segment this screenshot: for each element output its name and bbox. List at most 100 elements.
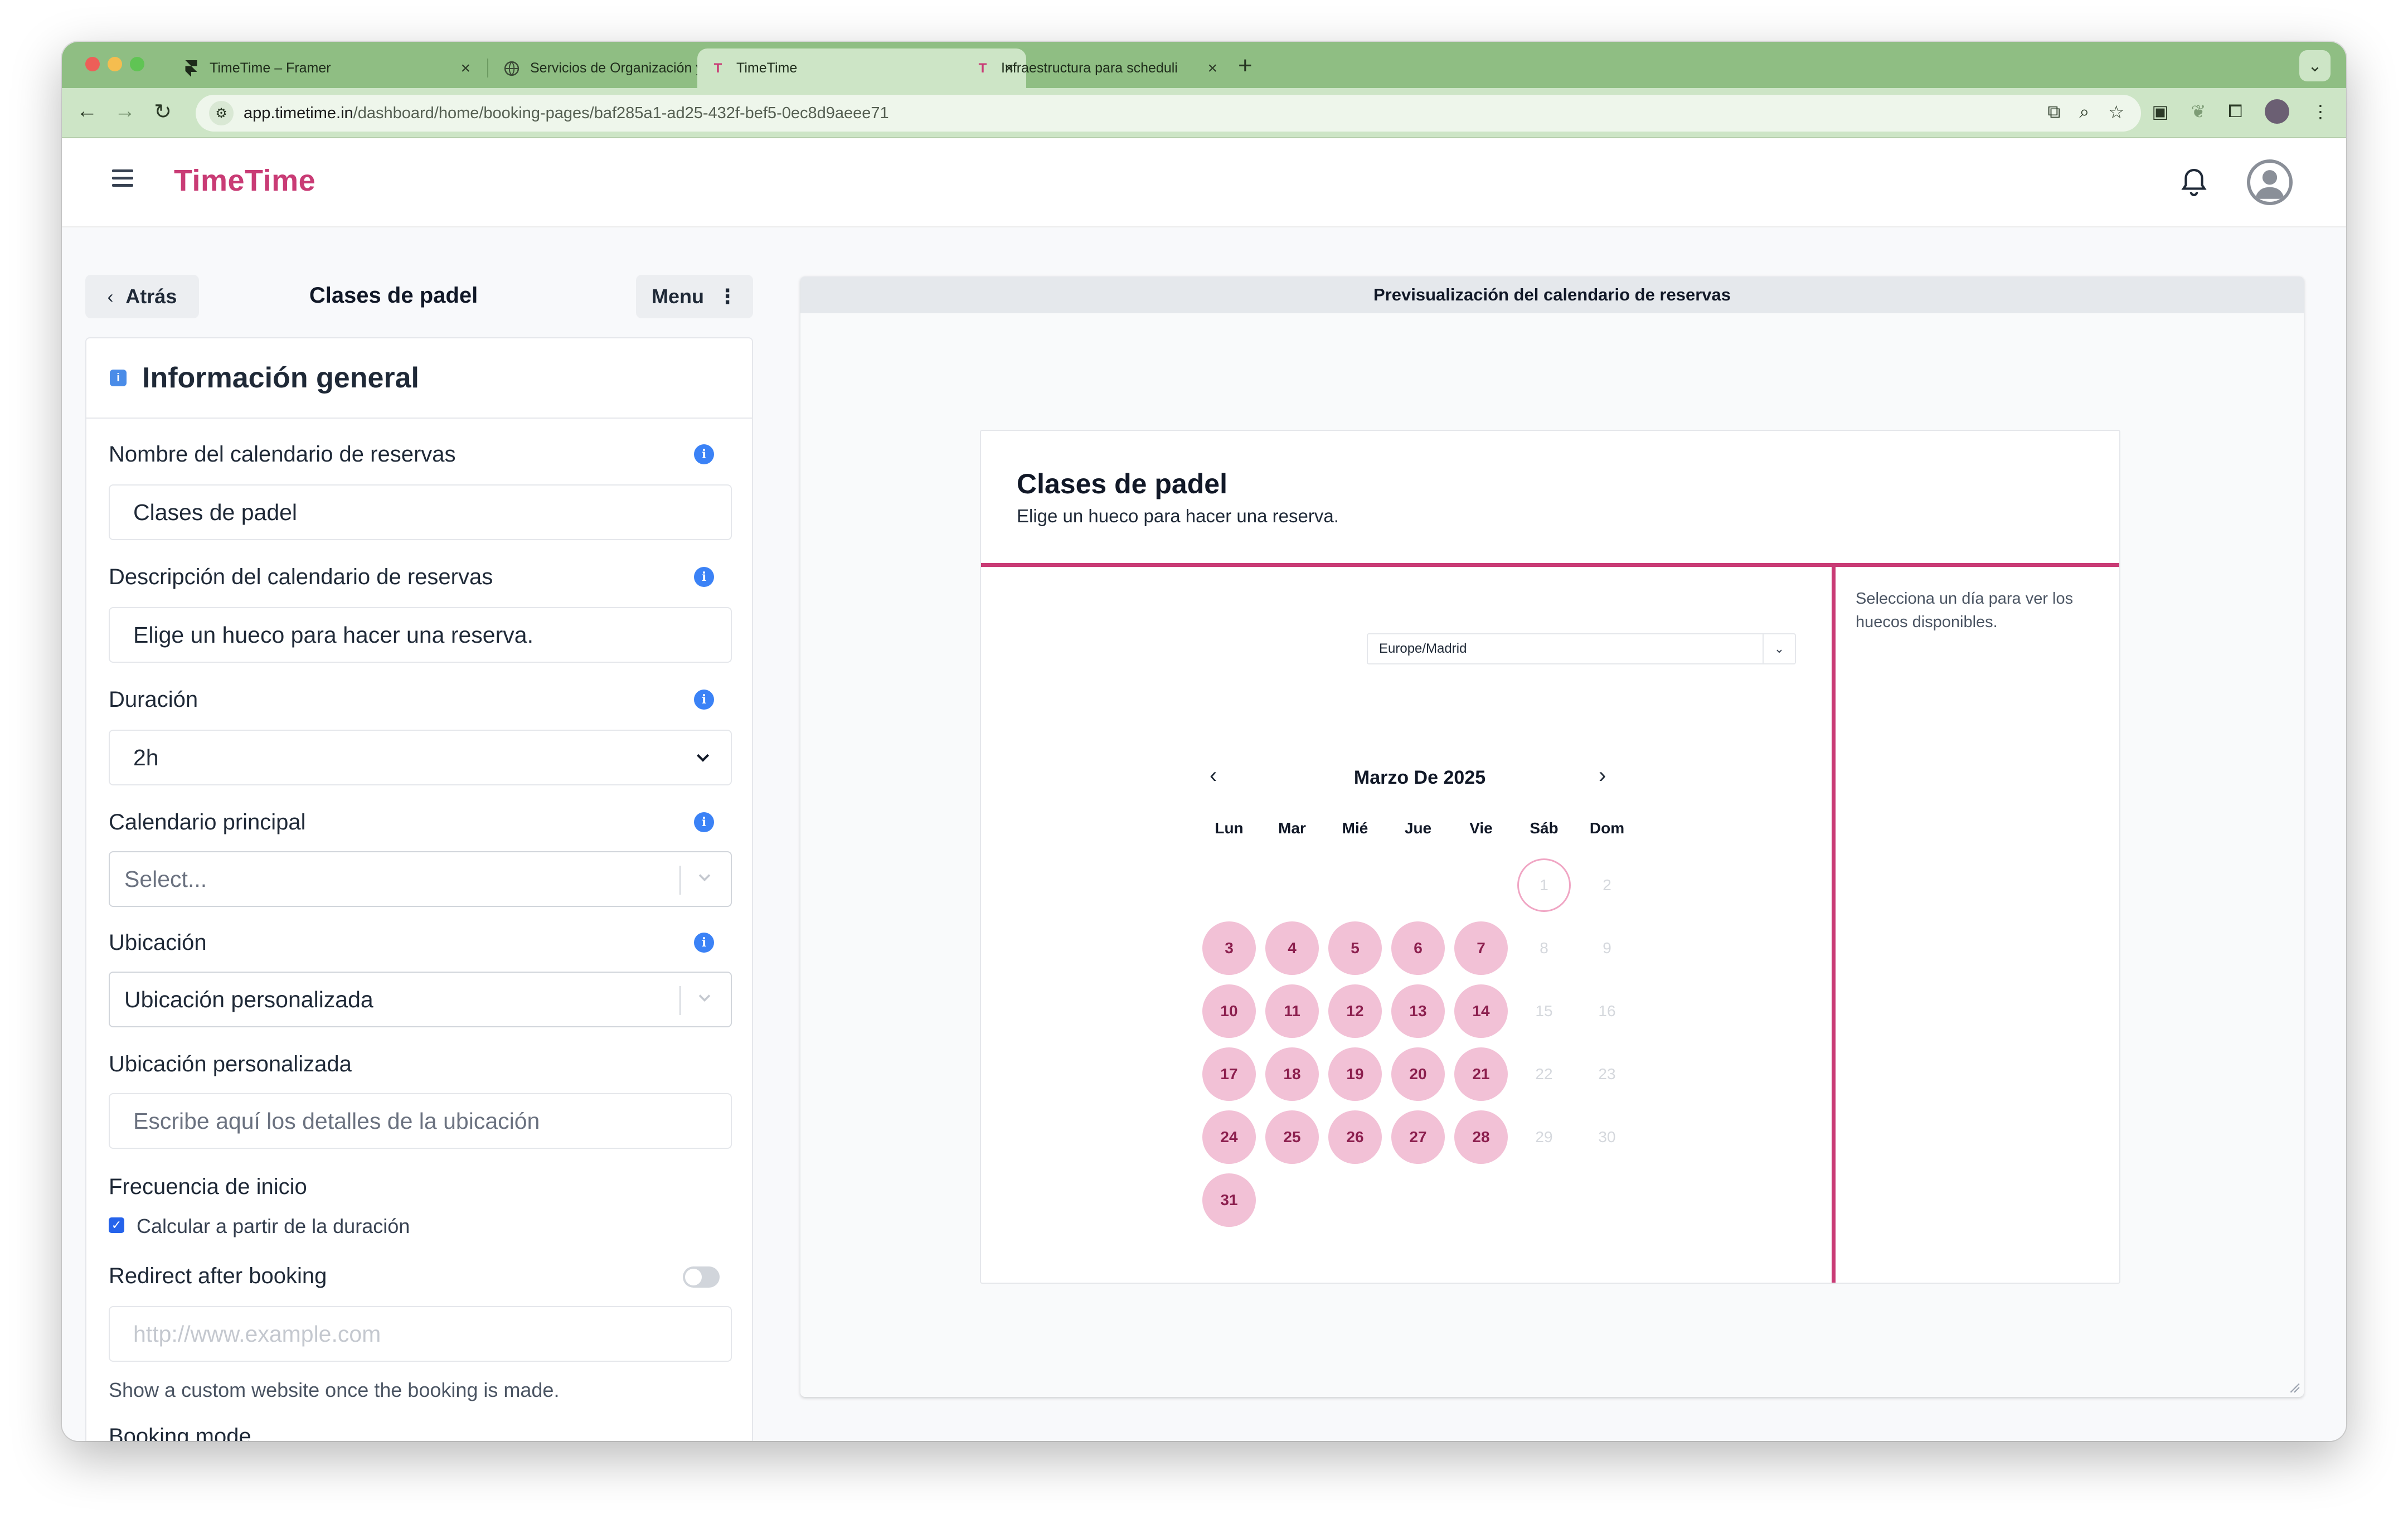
calendar-day[interactable]: 31 <box>1202 1173 1256 1227</box>
forward-arrow-icon[interactable]: → <box>111 99 139 123</box>
globe-icon <box>503 60 520 77</box>
minimize-window-button[interactable] <box>108 57 122 71</box>
info-icon[interactable]: i <box>694 444 714 464</box>
prev-month-button[interactable]: ‹ <box>1210 763 1217 788</box>
calendar-day[interactable]: 21 <box>1454 1047 1508 1101</box>
resize-handle-icon[interactable] <box>2288 1381 2300 1394</box>
info-icon[interactable]: i <box>694 812 714 832</box>
calendar-day[interactable]: 12 <box>1328 984 1382 1038</box>
calendar-day[interactable]: 14 <box>1454 984 1508 1038</box>
zoom-icon[interactable]: ⌕ <box>2079 101 2089 123</box>
start-frequency-checkbox-label[interactable]: Calcular a partir de la duración <box>137 1215 410 1238</box>
calendar-day: 16 <box>1598 1002 1616 1020</box>
extension-icon[interactable]: ▣ <box>2152 101 2168 122</box>
weekday-label: Dom <box>1589 819 1625 837</box>
booking-calendar-card: Clases de padel Elige un hueco para hace… <box>980 430 2120 1284</box>
calendar-day[interactable]: 28 <box>1454 1110 1508 1164</box>
back-button[interactable]: ‹ Atrás <box>85 275 199 318</box>
month-label: Marzo De 2025 <box>1353 767 1486 788</box>
select-divider <box>679 866 681 895</box>
timezone-select[interactable]: Europe/Madrid ⌄ <box>1367 633 1796 664</box>
calendar-name-input[interactable]: Clases de padel <box>109 484 732 540</box>
address-bar[interactable]: ⚙ app.timetime.in/dashboard/home/booking… <box>196 95 2141 132</box>
user-avatar[interactable] <box>2247 159 2293 205</box>
tab-search-button[interactable]: ⌄ <box>2299 50 2331 81</box>
calendar-day[interactable]: 4 <box>1265 921 1319 975</box>
duration-select[interactable]: 2h <box>109 730 732 785</box>
vertical-dots-icon: ⋮ <box>717 285 737 308</box>
calendar-day: 9 <box>1603 939 1611 957</box>
name-label: Nombre del calendario de reservas <box>109 442 456 467</box>
calendar-day: 1 <box>1517 858 1571 912</box>
calendar-day[interactable]: 5 <box>1328 921 1382 975</box>
chevron-down-icon <box>698 994 711 1002</box>
new-tab-button[interactable]: + <box>1238 52 1252 80</box>
general-info-card: i Información general Nombre del calenda… <box>85 337 753 1441</box>
booking-description: Elige un hueco para hacer una reserva. <box>1017 506 1339 526</box>
calendar-day[interactable]: 13 <box>1391 984 1445 1038</box>
calendar-day[interactable]: 10 <box>1202 984 1256 1038</box>
calendar-day[interactable]: 24 <box>1202 1110 1256 1164</box>
main-calendar-select[interactable]: Select... <box>109 851 732 907</box>
close-window-button[interactable] <box>85 57 100 71</box>
redirect-toggle[interactable] <box>683 1266 720 1288</box>
calendar-day: 15 <box>1535 1002 1553 1020</box>
menu-button[interactable]: Menu ⋮ <box>636 275 753 318</box>
calendar-day[interactable]: 27 <box>1391 1110 1445 1164</box>
tab-timetime-framer[interactable]: TimeTime – Framer × <box>171 48 483 88</box>
reload-icon[interactable]: ↻ <box>149 99 177 124</box>
accent-divider <box>981 563 2119 567</box>
calendar-day[interactable]: 6 <box>1391 921 1445 975</box>
open-in-app-icon[interactable]: ⧉ <box>2048 101 2061 123</box>
custom-location-label: Ubicación personalizada <box>109 1052 352 1076</box>
chevron-down-icon <box>698 874 711 882</box>
booking-mode-label: Booking mode <box>109 1424 251 1441</box>
hamburger-menu-icon[interactable] <box>112 169 133 187</box>
main-content: ‹ Atrás Clases de padel Menu ⋮ i Informa… <box>62 227 2346 1441</box>
chevron-down-icon <box>696 754 710 762</box>
tab-separator <box>487 59 488 77</box>
duration-label: Duración <box>109 687 198 712</box>
back-arrow-icon[interactable]: ← <box>73 99 101 123</box>
app-logo[interactable]: TimeTime <box>174 163 315 198</box>
calendar-day[interactable]: 18 <box>1265 1047 1319 1101</box>
calendar-day[interactable]: 19 <box>1328 1047 1382 1101</box>
browser-window: TimeTime – Framer × Servicios de Organiz… <box>62 42 2346 1441</box>
calendar-day[interactable]: 25 <box>1265 1110 1319 1164</box>
info-icon[interactable]: i <box>694 933 714 953</box>
redirect-label: Redirect after booking <box>109 1264 327 1288</box>
tab-infraestructura[interactable]: T Infraestructura para scheduli × <box>962 48 1230 88</box>
calendar-day[interactable]: 26 <box>1328 1110 1382 1164</box>
calendar-day[interactable]: 3 <box>1202 921 1256 975</box>
profile-avatar[interactable] <box>2265 99 2289 124</box>
extension-leaf-icon[interactable]: ❦ <box>2191 101 2206 122</box>
puzzle-icon[interactable]: ⧠ <box>2228 101 2242 122</box>
custom-location-input[interactable]: Escribe aquí los detalles de la ubicació… <box>109 1093 732 1149</box>
weekday-label: Sáb <box>1530 819 1559 837</box>
calendar-day: 29 <box>1535 1128 1553 1146</box>
panel-title: Clases de padel <box>309 283 478 308</box>
location-label: Ubicación <box>109 930 207 955</box>
calendar-day[interactable]: 20 <box>1391 1047 1445 1101</box>
kebab-menu-icon[interactable]: ⋮ <box>2312 101 2329 122</box>
calendar-day[interactable]: 11 <box>1265 984 1319 1038</box>
start-frequency-checkbox[interactable]: ✓ <box>109 1217 124 1233</box>
info-icon[interactable]: i <box>694 690 714 710</box>
calendar-description-input[interactable]: Elige un hueco para hacer una reserva. <box>109 607 732 663</box>
tab-close-icon[interactable]: × <box>1207 59 1217 78</box>
info-icon[interactable]: i <box>694 567 714 587</box>
next-month-button[interactable]: › <box>1599 763 1606 788</box>
calendar-day[interactable]: 17 <box>1202 1047 1256 1101</box>
location-select[interactable]: Ubicación personalizada <box>109 972 732 1027</box>
bookmark-star-icon[interactable]: ☆ <box>2108 101 2124 123</box>
site-info-icon[interactable]: ⚙ <box>209 101 234 125</box>
url-text[interactable]: app.timetime.in/dashboard/home/booking-p… <box>244 104 889 123</box>
maximize-window-button[interactable] <box>130 57 144 71</box>
weekday-label: Mié <box>1342 819 1368 837</box>
redirect-url-input[interactable]: http://www.example.com <box>109 1306 732 1362</box>
description-label: Descripción del calendario de reservas <box>109 565 493 589</box>
bell-icon[interactable] <box>2180 166 2208 200</box>
tab-close-icon[interactable]: × <box>460 59 470 78</box>
calendar-day[interactable]: 7 <box>1454 921 1508 975</box>
preview-header: Previsualización del calendario de reser… <box>800 276 2304 313</box>
